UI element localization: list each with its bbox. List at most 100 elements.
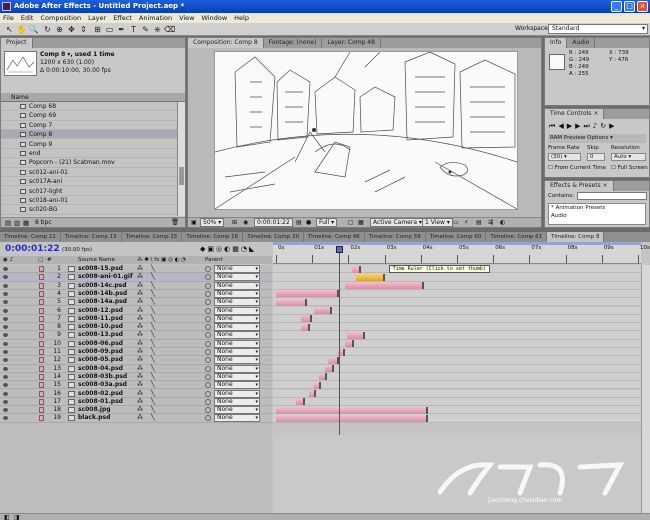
- resolution-dropdown[interactable]: Auto ▾: [611, 153, 646, 161]
- layer-duration-bar[interactable]: [295, 398, 305, 406]
- layer-duration-bar[interactable]: [276, 290, 340, 298]
- menu-item-file[interactable]: File: [3, 13, 14, 23]
- project-item[interactable]: end: [1, 149, 177, 159]
- tab-timeline[interactable]: Timeline: Comp 11: [0, 232, 61, 242]
- effects-search-input[interactable]: [577, 192, 647, 200]
- layer-duration-bar[interactable]: [301, 323, 311, 331]
- effects-list-item[interactable]: Audio: [551, 212, 645, 220]
- layer-duration-bar[interactable]: [346, 331, 365, 339]
- menu-item-layer[interactable]: Layer: [88, 13, 106, 23]
- project-item[interactable]: Popcorn - (21) Scatman.mov: [1, 158, 177, 168]
- tab-timeline[interactable]: Timeline: Comp 8: [547, 232, 605, 242]
- show-channel-icon[interactable]: ●: [306, 218, 311, 227]
- layer-duration-bar[interactable]: [324, 365, 334, 373]
- time-navigator-bar[interactable]: [273, 242, 641, 245]
- track-z-icon[interactable]: ⇕: [78, 24, 89, 35]
- rotation-tool-icon[interactable]: ↻: [42, 24, 53, 35]
- zoom-tool-icon[interactable]: 🔍: [28, 24, 39, 35]
- menu-item-composition[interactable]: Composition: [40, 13, 81, 23]
- last-frame-icon[interactable]: ⏭: [583, 122, 592, 130]
- tab-timeline[interactable]: Timeline: Comp 15: [122, 232, 183, 242]
- project-item[interactable]: sc017-light: [1, 187, 177, 196]
- workspace-select[interactable]: Standard ▾: [548, 24, 648, 34]
- hand-tool-icon[interactable]: ✋: [16, 24, 27, 35]
- tab-viewer[interactable]: Footage: (none): [264, 38, 323, 48]
- layer-duration-bar[interactable]: [276, 406, 429, 414]
- layer-duration-bar[interactable]: [352, 265, 362, 273]
- layer-duration-bar[interactable]: [355, 273, 385, 281]
- skip-input[interactable]: 0: [587, 153, 605, 161]
- expand-switches-icon[interactable]: ◧: [4, 514, 10, 520]
- pan-behind-icon[interactable]: ⊞: [92, 24, 103, 35]
- prev-frame-icon[interactable]: ◀: [558, 122, 566, 130]
- project-item[interactable]: Comp 68: [1, 102, 177, 112]
- zoom-select[interactable]: 50% ▾: [200, 218, 225, 227]
- eraser-tool-icon[interactable]: ⌫: [164, 24, 175, 35]
- menu-item-view[interactable]: View: [179, 13, 194, 23]
- tab-timeline[interactable]: Timeline: Comp 46: [304, 232, 365, 242]
- rectangle-mask-icon[interactable]: ▭: [104, 24, 115, 35]
- play-icon[interactable]: ▶: [567, 122, 575, 130]
- ram-preview-select[interactable]: RAM Preview Options ▾: [548, 134, 646, 143]
- layer-duration-bar[interactable]: [319, 373, 327, 381]
- layer-duration-bar[interactable]: [276, 414, 429, 422]
- layer-duration-bar[interactable]: [314, 307, 333, 315]
- project-item[interactable]: sc018-ani-01: [1, 196, 177, 206]
- project-item[interactable]: sc012-ani-01: [1, 168, 177, 178]
- loop-icon[interactable]: ↻: [600, 122, 609, 130]
- camera-icon[interactable]: ▤: [296, 218, 302, 227]
- bpc-label[interactable]: 8 bpc: [35, 219, 52, 226]
- menu-item-effect[interactable]: Effect: [113, 13, 132, 23]
- project-item[interactable]: sc020-BG: [1, 205, 177, 215]
- tab-time-controls[interactable]: Time Controls ×: [545, 109, 605, 119]
- layer-duration-bar[interactable]: [301, 315, 313, 323]
- parent-header[interactable]: Parent: [205, 256, 223, 264]
- project-item[interactable]: Comp 9: [1, 140, 177, 149]
- tab-timeline[interactable]: Timeline: Comp 20: [243, 232, 304, 242]
- project-column-name[interactable]: Name: [1, 93, 185, 102]
- tab-timeline[interactable]: Timeline: Comp 16: [182, 232, 244, 242]
- interpret-footage-icon[interactable]: ▤: [5, 219, 11, 227]
- tab-timeline[interactable]: Timeline: Comp 60: [426, 232, 487, 242]
- tab-viewer[interactable]: Composition: Comp 8: [188, 38, 264, 48]
- graph-editor-icon[interactable]: ◣: [249, 245, 256, 253]
- project-scrollbar[interactable]: [177, 102, 185, 216]
- live-update-icon[interactable]: ▣: [207, 245, 216, 253]
- composition-canvas[interactable]: [214, 51, 518, 210]
- time-ruler[interactable]: 0s 01s 02s 03s 04s 05s 06s 07s 08s 09s 10s: [273, 242, 650, 264]
- menu-item-edit[interactable]: Edit: [21, 13, 34, 23]
- resolution-select[interactable]: Full ▾: [316, 218, 338, 227]
- minimize-button[interactable]: _: [611, 1, 622, 12]
- project-item[interactable]: Comp 7: [1, 121, 177, 131]
- project-item[interactable]: sc017A-ani: [1, 177, 177, 187]
- tab-timeline[interactable]: Timeline: Comp 61: [486, 232, 548, 242]
- new-comp-icon[interactable]: ▦: [23, 219, 29, 227]
- tab-viewer[interactable]: Layer: Comp 48: [322, 38, 381, 48]
- motion-blur-icon[interactable]: ◔: [241, 245, 249, 253]
- track-xy-icon[interactable]: ✥: [66, 24, 77, 35]
- layer-duration-bar[interactable]: [314, 381, 322, 389]
- comp-flowchart-icon[interactable]: ⇶: [488, 218, 493, 227]
- frame-rate-select[interactable]: (30) ▾: [548, 153, 581, 161]
- tab-project[interactable]: Project: [1, 38, 33, 48]
- timeline-scrollbar[interactable]: [641, 265, 650, 520]
- project-item[interactable]: Comp 8: [1, 130, 177, 140]
- tab-effects-presets[interactable]: Effects & Presets ×: [545, 181, 614, 191]
- close-button[interactable]: ×: [637, 1, 648, 12]
- exposure-icon[interactable]: ◐: [500, 218, 505, 227]
- menu-item-window[interactable]: Window: [202, 13, 228, 23]
- from-current-checkbox[interactable]: ☐ From Current Time: [548, 165, 606, 171]
- menu-item-animation[interactable]: Animation: [139, 13, 172, 23]
- ram-preview-icon[interactable]: ▶: [609, 122, 617, 130]
- snapshot-icon[interactable]: ◉: [243, 218, 248, 227]
- toggle-pixel-aspect-icon[interactable]: ▭: [453, 218, 459, 227]
- current-time-indicator[interactable]: [335, 246, 343, 253]
- tab-timeline[interactable]: Timeline: Comp 13: [61, 232, 122, 242]
- camera-select[interactable]: Active Camera ▾: [370, 218, 425, 227]
- tab-timeline[interactable]: Timeline: Comp 59: [365, 232, 426, 242]
- expand-modes-icon[interactable]: ◨: [14, 514, 20, 520]
- effects-list-item[interactable]: * Animation Presets: [551, 204, 645, 212]
- always-preview-icon[interactable]: ▣: [191, 218, 197, 227]
- safe-zones-icon[interactable]: ⊞: [232, 218, 237, 227]
- layer-duration-bar[interactable]: [276, 298, 307, 306]
